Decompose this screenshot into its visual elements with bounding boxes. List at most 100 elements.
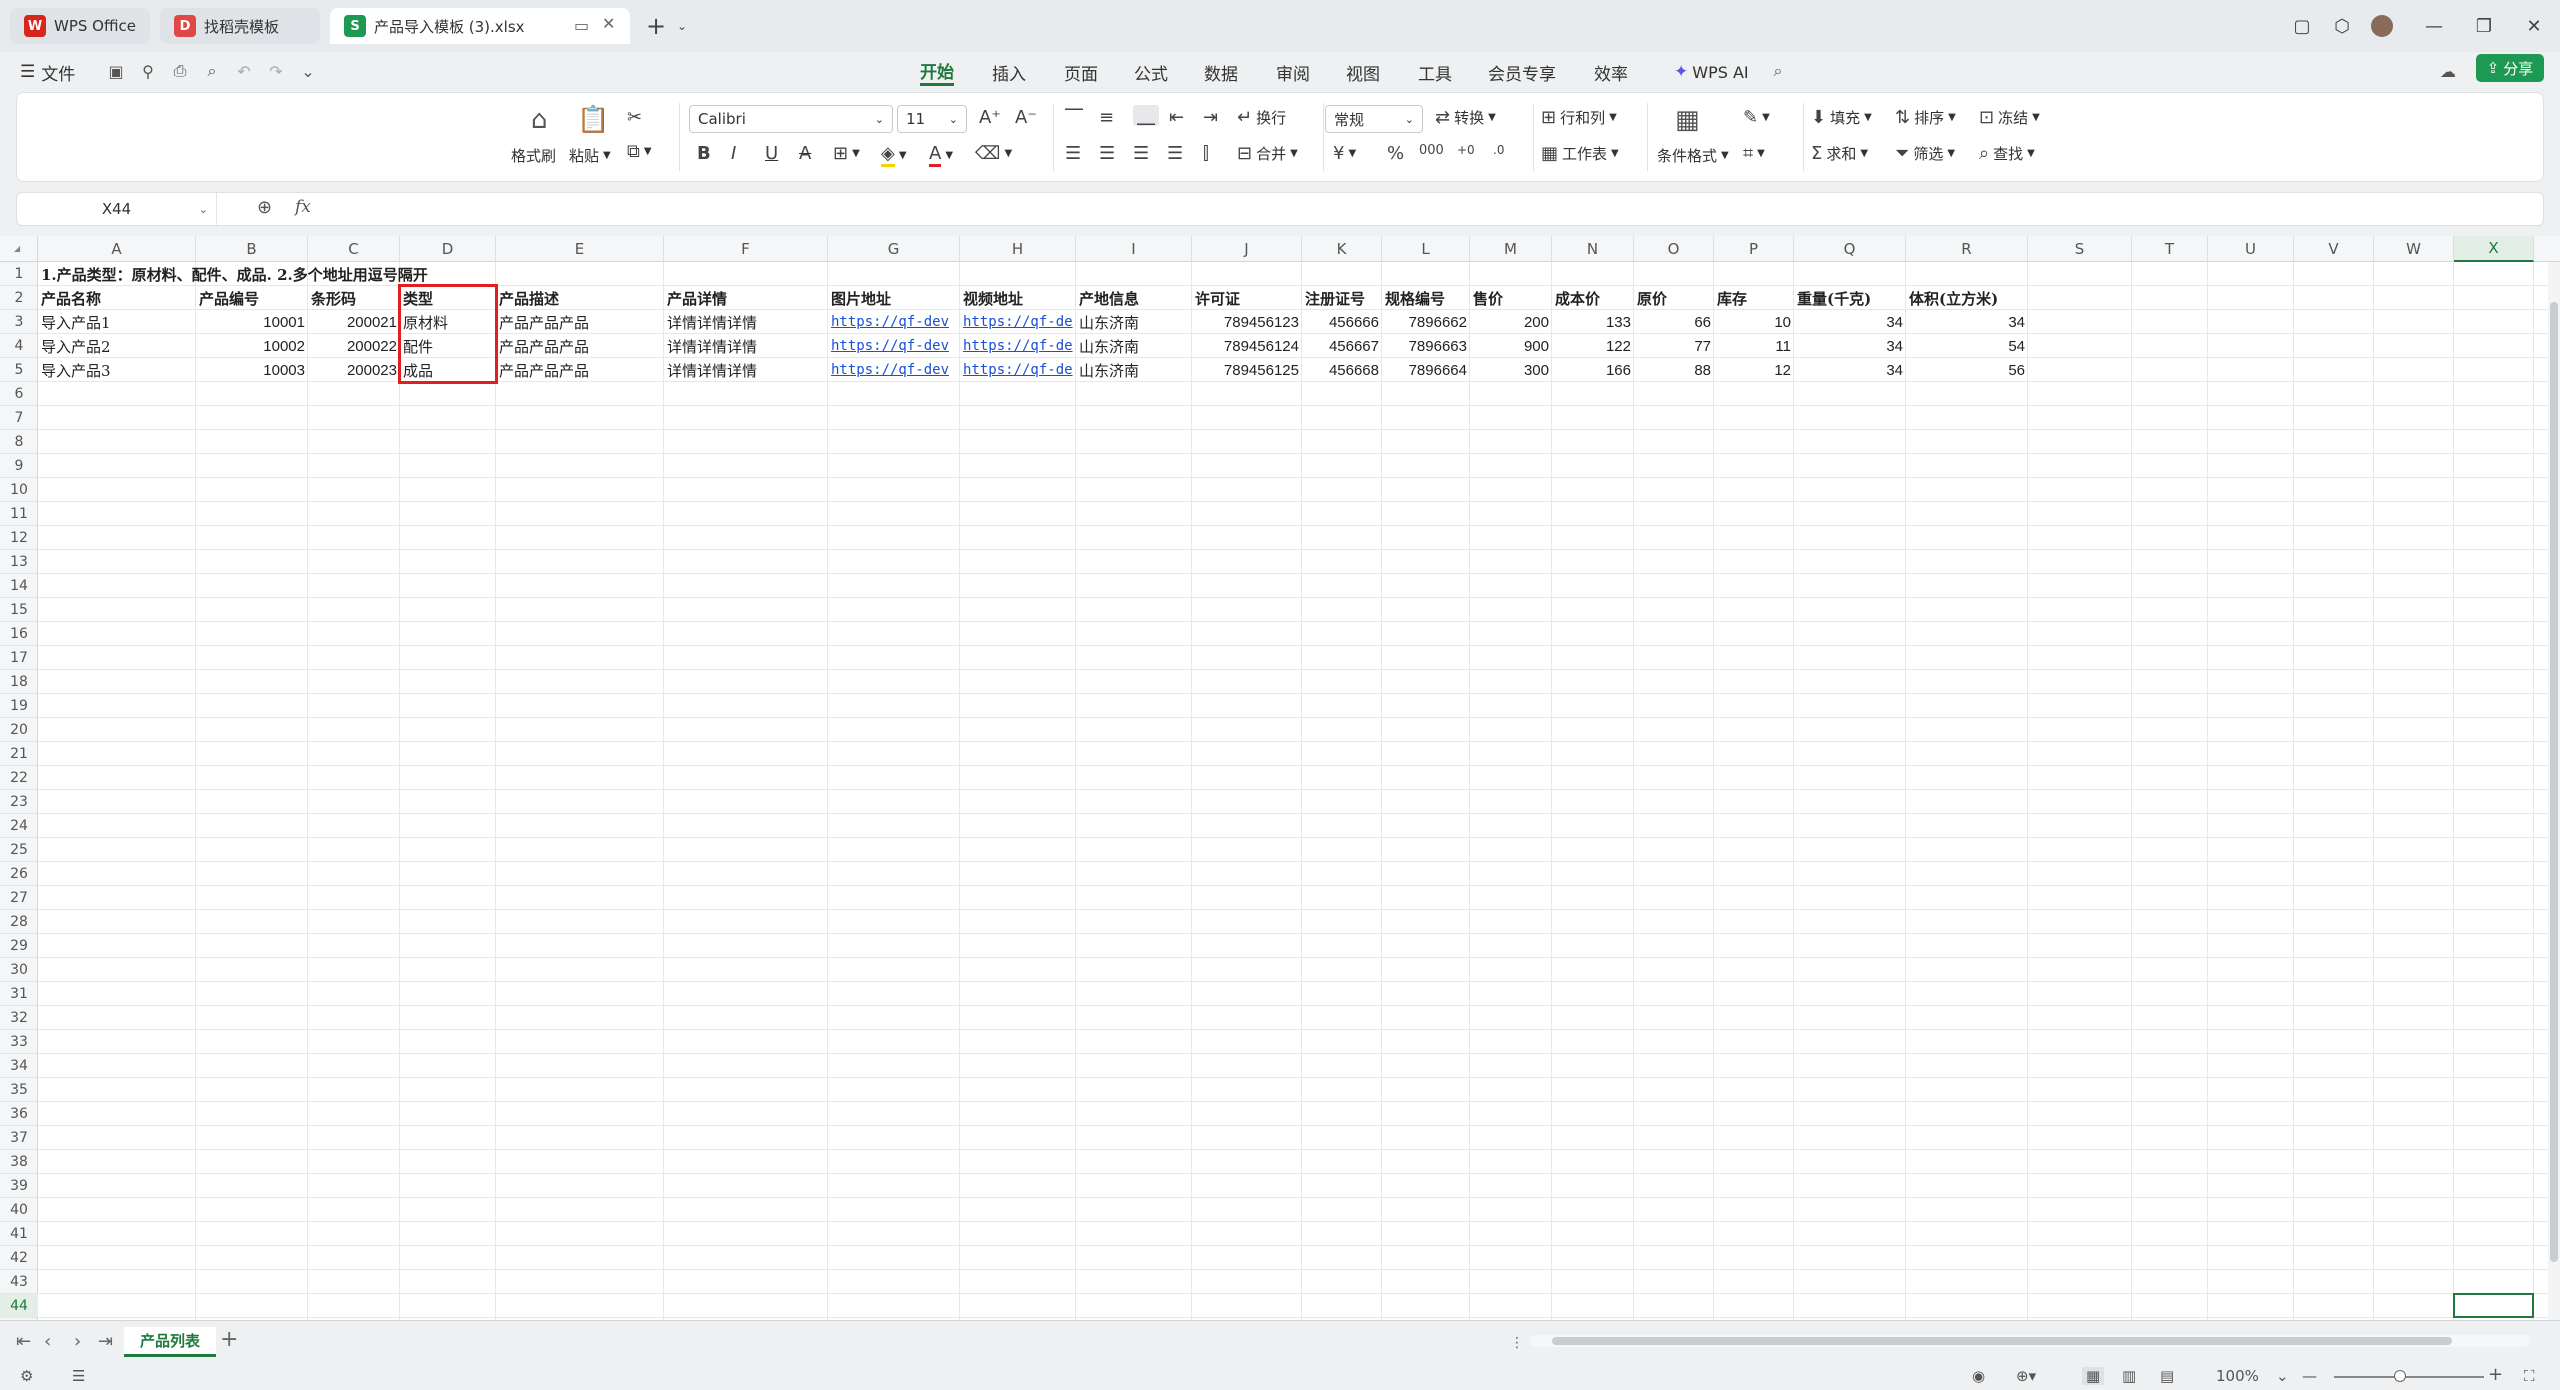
row-header-13[interactable]: 13 — [0, 550, 38, 574]
align-center-icon[interactable]: ☰ — [1099, 143, 1115, 164]
table-cell[interactable]: 7896662 — [1382, 310, 1470, 334]
column-header-n[interactable]: N — [1552, 236, 1634, 262]
header-cell[interactable]: 售价 — [1470, 286, 1552, 310]
cut-icon[interactable]: ✂ — [627, 107, 642, 128]
column-header-t[interactable]: T — [2132, 236, 2208, 262]
row-header-17[interactable]: 17 — [0, 646, 38, 670]
column-header-h[interactable]: H — [960, 236, 1076, 262]
search-icon[interactable]: ⌕ — [1766, 60, 1790, 82]
table-cell[interactable]: 产品产品产品 — [496, 358, 664, 382]
row-header-16[interactable]: 16 — [0, 622, 38, 646]
file-menu[interactable]: ☰ 文件 — [20, 58, 75, 86]
row-header-37[interactable]: 37 — [0, 1126, 38, 1150]
table-cell[interactable]: 产品产品产品 — [496, 334, 664, 358]
column-header-k[interactable]: K — [1302, 236, 1382, 262]
table-cell[interactable]: https://qf-dev — [828, 358, 960, 382]
undo-icon[interactable]: ↶ — [232, 60, 256, 82]
freeze-button[interactable]: ⊡ 冻结 ▼ — [1979, 107, 2040, 128]
row-header-20[interactable]: 20 — [0, 718, 38, 742]
print-preview-icon[interactable]: ⌕ — [200, 60, 224, 82]
redo-icon[interactable]: ↷ — [264, 60, 288, 82]
header-cell[interactable]: 成本价 — [1552, 286, 1634, 310]
row-header-42[interactable]: 42 — [0, 1246, 38, 1270]
next-sheet-icon[interactable]: › — [74, 1331, 81, 1352]
header-cell[interactable]: 条形码 — [308, 286, 400, 310]
column-header-a[interactable]: A — [38, 236, 196, 262]
monitor-icon[interactable]: ▭ — [574, 16, 589, 35]
link-icon[interactable]: ⚲ — [136, 60, 160, 82]
active-cell-selection[interactable] — [2453, 1293, 2534, 1318]
tab-current-file[interactable]: S 产品导入模板 (3).xlsx ▭ ✕ — [330, 8, 630, 44]
tab-tools[interactable]: 工具 — [1418, 58, 1452, 86]
row-header-6[interactable]: 6 — [0, 382, 38, 406]
zoom-slider-knob[interactable] — [2394, 1370, 2406, 1382]
row-header-27[interactable]: 27 — [0, 886, 38, 910]
distribute-icon[interactable]: ⫿ — [1203, 143, 1209, 164]
row-header-5[interactable]: 5 — [0, 358, 38, 382]
column-header-i[interactable]: I — [1076, 236, 1192, 262]
row-header-26[interactable]: 26 — [0, 862, 38, 886]
table-cell[interactable]: 200022 — [308, 334, 400, 358]
font-name-select[interactable]: Calibri ⌄ — [689, 105, 893, 133]
tab-efficiency[interactable]: 效率 — [1594, 58, 1628, 86]
row-header-36[interactable]: 36 — [0, 1102, 38, 1126]
row-header-8[interactable]: 8 — [0, 430, 38, 454]
format-painter-button[interactable]: 格式刷 — [511, 145, 556, 166]
font-color-icon[interactable]: A ▼ — [929, 143, 953, 167]
row-header-10[interactable]: 10 — [0, 478, 38, 502]
row-header-14[interactable]: 14 — [0, 574, 38, 598]
row-header-29[interactable]: 29 — [0, 934, 38, 958]
number-format-select[interactable]: 常规 ⌄ — [1325, 105, 1423, 133]
paste-icon[interactable]: 📋 — [577, 105, 609, 135]
table-cell[interactable]: 200 — [1470, 310, 1552, 334]
row-header-30[interactable]: 30 — [0, 958, 38, 982]
row-header-41[interactable]: 41 — [0, 1222, 38, 1246]
sum-button[interactable]: Σ 求和 ▼ — [1811, 143, 1868, 164]
table-cell[interactable]: 12 — [1714, 358, 1794, 382]
header-cell[interactable]: 产品描述 — [496, 286, 664, 310]
chevron-down-icon[interactable]: ⌄ — [296, 60, 320, 82]
add-sheet-icon[interactable]: + — [220, 1327, 238, 1352]
tab-review[interactable]: 审阅 — [1276, 58, 1310, 86]
column-header-f[interactable]: F — [664, 236, 828, 262]
align-middle-icon[interactable]: ≡ — [1099, 107, 1114, 128]
table-cell[interactable]: 详情详情详情 — [664, 358, 828, 382]
table-cell[interactable]: 789456125 — [1192, 358, 1302, 382]
table-cell[interactable]: 34 — [1906, 310, 2028, 334]
select-all-corner[interactable]: ◢ — [0, 236, 38, 262]
first-sheet-icon[interactable]: ⇤ — [16, 1331, 31, 1352]
header-cell[interactable]: 重量(千克) — [1794, 286, 1906, 310]
cube-icon[interactable]: ⬡ — [2322, 10, 2362, 42]
tab-data[interactable]: 数据 — [1204, 58, 1238, 86]
chevron-down-icon[interactable]: ⌄ — [662, 10, 702, 42]
header-cell[interactable]: 图片地址 — [828, 286, 960, 310]
table-cell[interactable]: 456668 — [1302, 358, 1382, 382]
normal-view-icon[interactable]: ▦ — [2082, 1367, 2105, 1385]
align-left-icon[interactable]: ☰ — [1065, 143, 1081, 164]
table-cell[interactable]: 166 — [1552, 358, 1634, 382]
row-header-31[interactable]: 31 — [0, 982, 38, 1006]
table-cell[interactable]: 900 — [1470, 334, 1552, 358]
last-sheet-icon[interactable]: ⇥ — [98, 1331, 113, 1352]
decrease-decimal-icon[interactable]: .0 — [1493, 143, 1504, 157]
vertical-scrollbar[interactable] — [2548, 262, 2560, 1320]
column-header-b[interactable]: B — [196, 236, 308, 262]
table-cell[interactable]: 300 — [1470, 358, 1552, 382]
cond-format-button[interactable]: 条件格式 ▼ — [1657, 145, 1729, 166]
chevron-down-icon[interactable]: ⌄ — [2276, 1367, 2289, 1385]
minimize-icon[interactable]: — — [2414, 10, 2454, 42]
column-header-s[interactable]: S — [2028, 236, 2132, 262]
table-cell[interactable]: 456666 — [1302, 310, 1382, 334]
row-header-35[interactable]: 35 — [0, 1078, 38, 1102]
format-painter-icon[interactable]: ⌂ — [531, 105, 548, 135]
table-cell[interactable]: 77 — [1634, 334, 1714, 358]
table-cell[interactable]: https://qf-dev — [828, 310, 960, 334]
font-size-select[interactable]: 11 ⌄ — [897, 105, 967, 133]
table-cell[interactable]: 详情详情详情 — [664, 310, 828, 334]
table-cell[interactable]: 789456124 — [1192, 334, 1302, 358]
row-header-18[interactable]: 18 — [0, 670, 38, 694]
column-header-l[interactable]: L — [1382, 236, 1470, 262]
share-button[interactable]: ⇪ 分享 — [2476, 54, 2544, 82]
row-header-38[interactable]: 38 — [0, 1150, 38, 1174]
table-cell[interactable]: https://qf-de — [960, 358, 1076, 382]
